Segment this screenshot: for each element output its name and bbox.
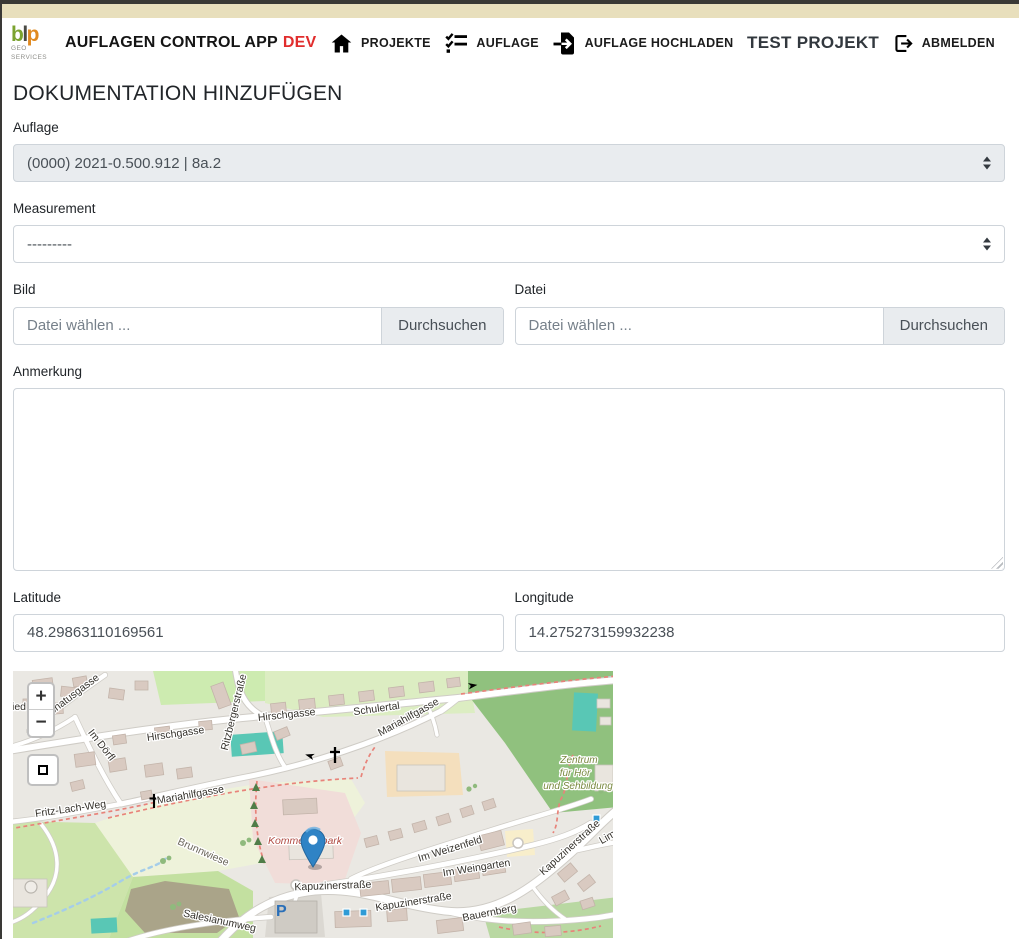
map-building [112, 734, 126, 745]
anmerkung-textarea[interactable] [13, 388, 1005, 571]
map-building [418, 681, 434, 693]
map-extent-button[interactable] [27, 754, 59, 786]
anmerkung-label: Anmerkung [13, 365, 1005, 379]
nav-item-auflage[interactable]: AUFLAGE [444, 32, 539, 54]
home-icon [330, 32, 353, 55]
blp-logo: blp GEO SERVICES [11, 24, 53, 61]
brand[interactable]: blp GEO SERVICES AUFLAGEN CONTROL APPDEV [11, 24, 316, 61]
measurement-label: Measurement [13, 202, 1005, 216]
zoom-in-button[interactable]: + [29, 684, 53, 710]
auflage-label: Auflage [13, 121, 1005, 135]
map-building [144, 763, 163, 777]
map-label: und Sehbildung [543, 781, 613, 792]
parking-icon: P [276, 903, 287, 920]
map-building [74, 752, 96, 768]
select-arrows-icon [983, 157, 991, 170]
bild-file-placeholder: Datei wählen ... [14, 308, 381, 344]
extent-square-icon [38, 765, 48, 775]
map-building [108, 688, 124, 700]
auflage-select-value: (0000) 2021-0.500.912 | 8a.2 [27, 155, 221, 172]
auflage-select[interactable]: (0000) 2021-0.500.912 | 8a.2 [13, 144, 1005, 182]
nav-item-auflage-hochladen[interactable]: AUFLAGE HOCHLADEN [553, 31, 734, 56]
map-label: Zentrum [559, 755, 597, 766]
map-building [597, 699, 610, 708]
checklist-icon [444, 32, 468, 54]
main-content: DOKUMENTATION HINZUFÜGEN Auflage (0000) … [0, 68, 1019, 938]
bild-label: Bild [13, 283, 504, 297]
nav-item-projekte[interactable]: PROJEKTE [330, 32, 431, 55]
map-building [135, 681, 148, 690]
map-building [397, 765, 445, 791]
logo-sub-services: SERVICES [11, 54, 53, 62]
measurement-select[interactable]: --------- [13, 225, 1005, 263]
measurement-select-value: --------- [27, 236, 72, 253]
page-title: DOKUMENTATION HINZUFÜGEN [13, 82, 1005, 106]
map-building [391, 876, 421, 892]
longitude-input[interactable] [515, 614, 1006, 652]
map-building [388, 686, 404, 698]
app-title: AUFLAGEN CONTROL APPDEV [65, 34, 316, 52]
map-building [545, 925, 562, 936]
latitude-input[interactable] [13, 614, 504, 652]
longitude-label: Longitude [515, 591, 1006, 605]
map-building [447, 677, 461, 688]
map-label: für Hör [560, 768, 591, 779]
navbar: blp GEO SERVICES AUFLAGEN CONTROL APPDEV… [0, 18, 1019, 68]
map-building [329, 694, 345, 706]
map[interactable]: P HirschgasseHirschgasseRitzbergerstraße… [13, 671, 613, 938]
map-building [436, 917, 463, 933]
logout-icon [893, 33, 914, 54]
map-building [283, 798, 318, 815]
map-building [600, 717, 611, 725]
dev-badge: DEV [283, 34, 317, 51]
datei-file-placeholder: Datei wählen ... [516, 308, 883, 344]
nav-item-test-projekt[interactable]: TEST PROJEKT [747, 33, 879, 53]
map-tiles: P HirschgasseHirschgasseRitzbergerstraße… [13, 671, 613, 938]
map-building [176, 767, 192, 779]
map-zoom-control: + − [27, 682, 55, 738]
latitude-label: Latitude [13, 591, 504, 605]
logo-sub-geo: GEO [11, 45, 53, 53]
select-arrows-icon [983, 238, 991, 251]
map-building [358, 690, 374, 702]
zoom-out-button[interactable]: − [29, 710, 53, 736]
file-import-icon [553, 31, 577, 56]
map-label: ied [13, 701, 26, 713]
bild-browse-button[interactable]: Durchsuchen [381, 308, 502, 344]
window-left-border [0, 0, 2, 939]
datei-label: Datei [515, 283, 1006, 297]
datei-browse-button[interactable]: Durchsuchen [883, 308, 1004, 344]
bild-file-input[interactable]: Datei wählen ... Durchsuchen [13, 307, 504, 345]
browser-tab-strip [0, 4, 1019, 18]
map-building [512, 922, 531, 935]
datei-file-input[interactable]: Datei wählen ... Durchsuchen [515, 307, 1006, 345]
nav-item-abmelden[interactable]: ABMELDEN [893, 33, 995, 54]
